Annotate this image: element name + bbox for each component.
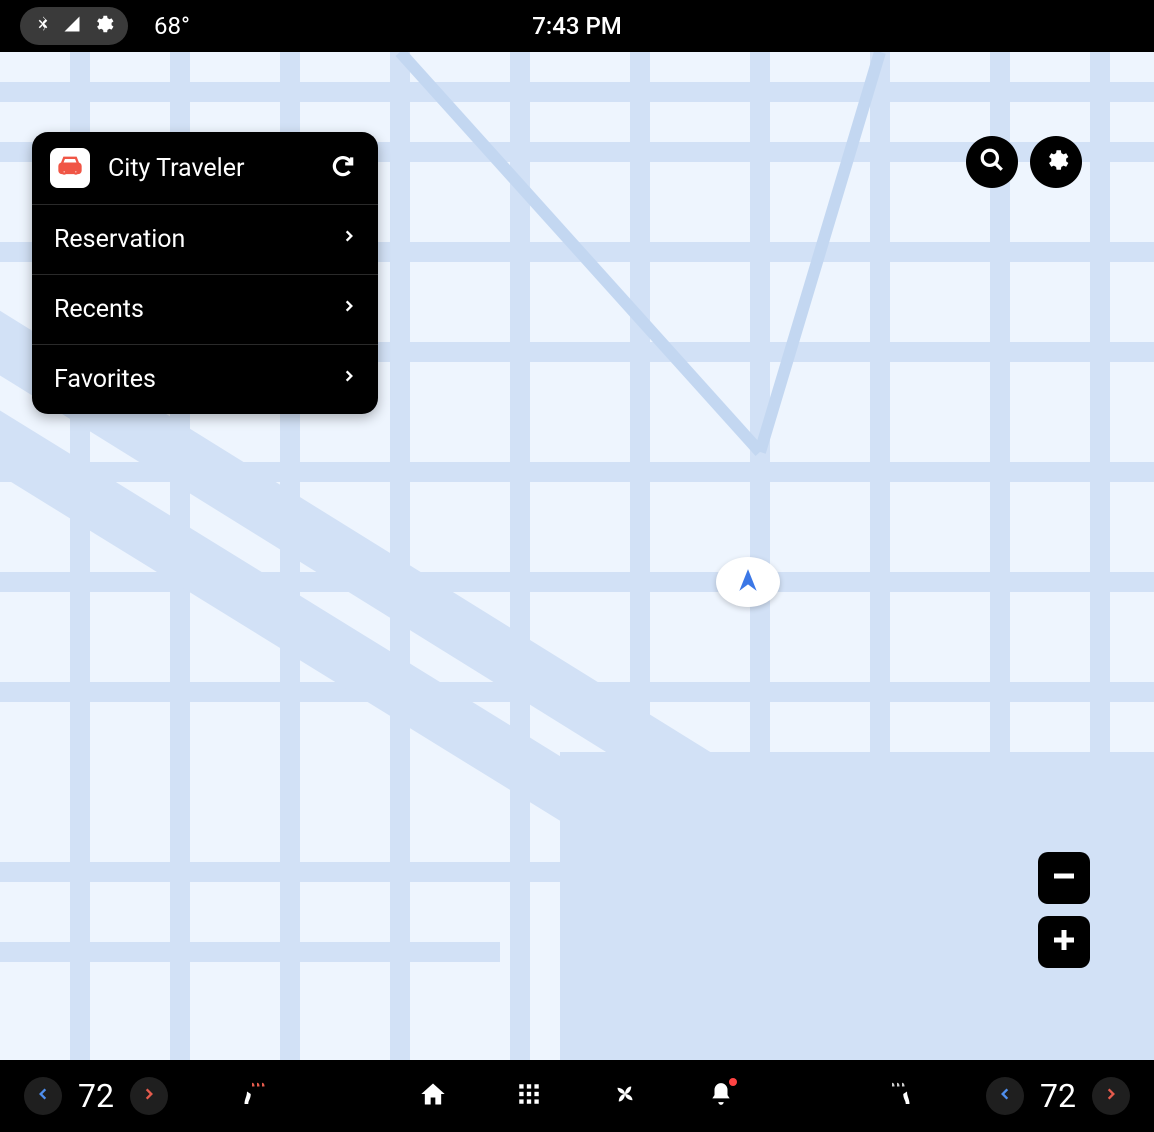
minus-icon (1049, 861, 1079, 895)
chevron-left-icon (36, 1084, 50, 1108)
climate-left-temp: 72 (78, 1077, 114, 1115)
climate-left-up[interactable] (130, 1077, 168, 1115)
zoom-out-button[interactable] (1038, 852, 1090, 904)
apps-button[interactable] (509, 1076, 549, 1116)
map-top-controls (966, 136, 1082, 188)
fan-icon (610, 1079, 640, 1113)
seat-heat-icon (237, 1079, 267, 1113)
signal-icon (62, 15, 82, 37)
search-icon (979, 147, 1005, 177)
home-button[interactable] (413, 1076, 453, 1116)
zoom-in-button[interactable] (1038, 916, 1090, 968)
chevron-right-icon (342, 225, 356, 254)
plus-icon (1049, 925, 1079, 959)
climate-left: 72 (24, 1077, 168, 1115)
notification-badge (729, 1078, 737, 1086)
panel-item-favorites[interactable]: Favorites (32, 345, 378, 414)
climate-right-up[interactable] (1092, 1077, 1130, 1115)
navigation-arrow-icon (735, 567, 761, 597)
chevron-right-icon (1104, 1084, 1118, 1108)
app-title: City Traveler (108, 154, 326, 183)
bottom-bar: 72 (0, 1060, 1154, 1132)
panel-header: City Traveler (32, 132, 378, 205)
refresh-icon (330, 164, 356, 183)
status-icons-pill[interactable] (20, 7, 128, 45)
seat-heat-left-button[interactable] (232, 1076, 272, 1116)
nav-icons (413, 1076, 741, 1116)
climate-right-temp: 72 (1040, 1077, 1076, 1115)
bluetooth-icon (34, 13, 52, 39)
hvac-button[interactable] (605, 1076, 645, 1116)
zoom-controls (1038, 852, 1090, 968)
seat-heat-icon (887, 1079, 917, 1113)
panel-item-reservation[interactable]: Reservation (32, 205, 378, 275)
seat-heat-right-button[interactable] (882, 1076, 922, 1116)
search-button[interactable] (966, 136, 1018, 188)
climate-left-down[interactable] (24, 1077, 62, 1115)
settings-icon (1043, 147, 1069, 177)
gear-icon (92, 13, 114, 39)
panel-item-recents[interactable]: Recents (32, 275, 378, 345)
home-icon (419, 1080, 447, 1112)
apps-icon (516, 1081, 542, 1111)
climate-right: 72 (986, 1077, 1130, 1115)
nav-side-panel: City Traveler Reservation Recents Favori… (32, 132, 378, 414)
climate-right-down[interactable] (986, 1077, 1024, 1115)
map[interactable]: City Traveler Reservation Recents Favori… (0, 52, 1154, 1060)
panel-item-label: Reservation (54, 225, 185, 254)
chevron-right-icon (342, 365, 356, 394)
panel-item-label: Favorites (54, 365, 156, 394)
refresh-button[interactable] (326, 149, 360, 187)
panel-item-label: Recents (54, 295, 144, 324)
clock: 7:43 PM (532, 12, 622, 40)
notifications-button[interactable] (701, 1076, 741, 1116)
current-location-marker[interactable] (716, 557, 780, 607)
status-bar: 68° 7:43 PM (0, 0, 1154, 52)
chevron-right-icon (142, 1084, 156, 1108)
car-icon (56, 152, 84, 184)
chevron-left-icon (998, 1084, 1012, 1108)
app-icon (50, 148, 90, 188)
settings-button[interactable] (1030, 136, 1082, 188)
outside-temperature: 68° (154, 12, 190, 40)
chevron-right-icon (342, 295, 356, 324)
